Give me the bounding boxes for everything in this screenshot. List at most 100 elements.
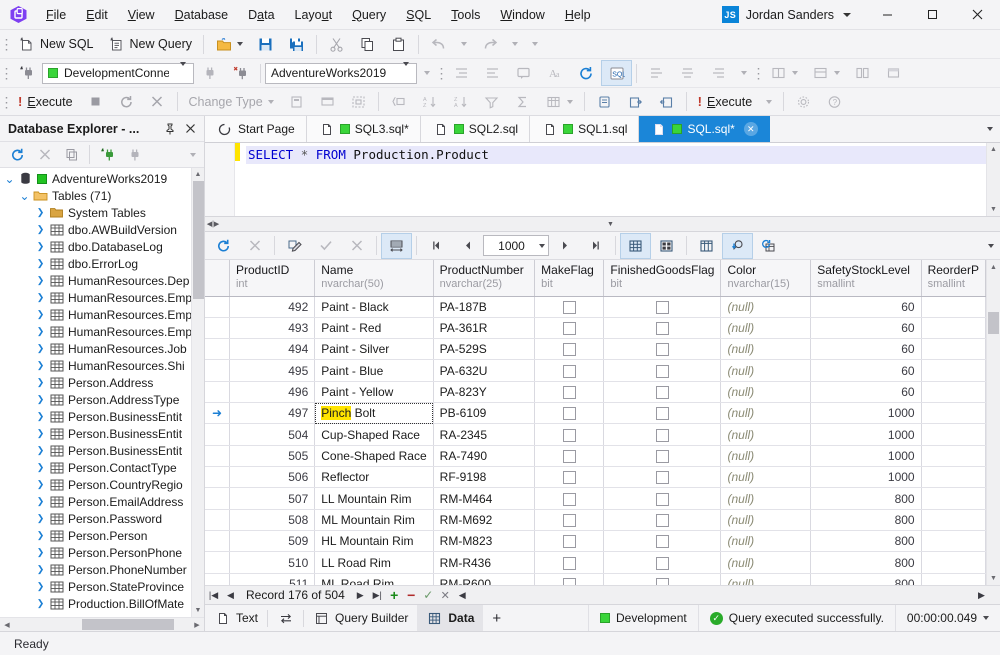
cell-name[interactable]: Paint - Red	[314, 317, 434, 340]
cell-safetystocklevel[interactable]: 800	[810, 487, 922, 510]
edit-data-button[interactable]	[280, 234, 309, 258]
sidebar-stop-button[interactable]	[32, 143, 57, 167]
chevron-right-icon[interactable]: ❯	[33, 394, 48, 405]
et-icon-11-button[interactable]	[789, 90, 818, 114]
sort-za-button[interactable]: ZA	[446, 90, 475, 114]
cell-finishedgoodsflag[interactable]	[603, 317, 722, 340]
row-header[interactable]	[205, 317, 230, 340]
cell-finishedgoodsflag[interactable]	[603, 551, 722, 574]
tb2-icon-11-button[interactable]	[879, 61, 908, 85]
stop-button[interactable]	[81, 90, 110, 114]
row-header[interactable]	[205, 466, 230, 489]
cell-makeflag[interactable]	[534, 466, 605, 489]
pin-icon[interactable]	[160, 119, 180, 139]
cell-makeflag[interactable]	[534, 573, 605, 585]
checkbox-makeflag[interactable]	[562, 428, 576, 442]
et-icon-10-button[interactable]	[652, 90, 681, 114]
cell-productid[interactable]: 504	[229, 423, 316, 446]
chevron-right-icon[interactable]: ❯	[33, 479, 48, 490]
record-last-button[interactable]: ▶|	[369, 590, 386, 601]
grid-view-button[interactable]	[620, 232, 651, 259]
cell-productnumber[interactable]: PA-632U	[433, 359, 536, 382]
cell-name[interactable]: Pinch Bolt	[314, 402, 434, 425]
cell-color[interactable]: (null)	[720, 573, 812, 585]
chevron-down-icon[interactable]	[792, 71, 798, 75]
cell-name[interactable]: Reflector	[314, 466, 434, 489]
table-row[interactable]: 511 ML Road Rim RM-R600 (null) 800	[205, 573, 987, 585]
cell-color[interactable]: (null)	[720, 296, 812, 318]
cell-productid[interactable]: 495	[229, 359, 316, 382]
table-row[interactable]: 494 Paint - Silver PA-529S (null) 60	[205, 338, 987, 361]
toolbar-grip[interactable]	[437, 63, 446, 83]
grid-cancel-button[interactable]	[240, 234, 269, 258]
column-header-reorderp[interactable]: ReorderP smallint	[921, 260, 987, 297]
tree-node[interactable]: ❯ Person.EmailAddress	[0, 493, 204, 510]
checkbox-makeflag[interactable]	[562, 492, 576, 506]
cell-color[interactable]: (null)	[720, 317, 812, 340]
cell-reorderp[interactable]	[921, 466, 987, 489]
cell-productid[interactable]: 507	[229, 487, 316, 510]
scrollbar-thumb[interactable]	[988, 312, 999, 334]
connection-select[interactable]: DevelopmentConne...	[42, 62, 194, 84]
reject-changes-button[interactable]	[342, 234, 371, 258]
cell-safetystocklevel[interactable]: 60	[810, 296, 922, 318]
cell-makeflag[interactable]	[534, 296, 605, 318]
last-page-button[interactable]	[581, 234, 610, 258]
tree-node[interactable]: ❯ Person.BusinessEntit	[0, 425, 204, 442]
database-chevron-down-icon[interactable]	[398, 62, 414, 80]
undo-dropdown[interactable]	[455, 32, 473, 56]
cell-safetystocklevel[interactable]: 800	[810, 573, 922, 585]
tree-node[interactable]: ❯ HumanResources.Emp	[0, 306, 204, 323]
chevron-right-icon[interactable]: ❯	[33, 462, 48, 473]
tab-sql3sql[interactable]: SQL3.sql*	[306, 116, 421, 142]
cell-safetystocklevel[interactable]: 60	[810, 317, 922, 340]
et-icon-1-button[interactable]	[282, 90, 311, 114]
table-row[interactable]: 492 Paint - Black PA-187B (null) 60	[205, 296, 987, 318]
cell-makeflag[interactable]	[534, 317, 605, 340]
cell-name[interactable]: Cup-Shaped Race	[314, 423, 434, 446]
cell-productid[interactable]: 494	[229, 338, 316, 361]
et-icon-8-button[interactable]	[590, 90, 619, 114]
tree-node[interactable]: ❯ Person.PersonPhone	[0, 544, 204, 561]
table-row[interactable]: 508 ML Mountain Rim RM-M692 (null) 800	[205, 509, 987, 532]
tb2-icon-7-button[interactable]	[704, 61, 733, 85]
cell-reorderp[interactable]	[921, 573, 987, 585]
tab-text[interactable]: Text	[205, 605, 267, 631]
et-icon-6-button[interactable]	[508, 90, 537, 114]
chevron-down-icon[interactable]: ⌄	[2, 173, 17, 185]
tree-vertical-scrollbar[interactable]: ▲ ▼	[191, 168, 204, 617]
cell-color[interactable]: (null)	[720, 381, 812, 404]
tree-node[interactable]: ❯ dbo.AWBuildVersion	[0, 221, 204, 238]
chevron-down-icon[interactable]: ⌄	[17, 190, 32, 202]
cell-name[interactable]: Paint - Silver	[314, 338, 434, 361]
chevron-right-icon[interactable]: ❯	[33, 564, 48, 575]
close-button[interactable]	[955, 0, 1000, 30]
scrollbar-thumb[interactable]	[193, 181, 204, 299]
data-table[interactable]: ProductID int Name nvarchar(50) ProductNumbe…	[205, 260, 987, 585]
menu-window[interactable]: Window	[490, 4, 554, 26]
editor-vertical-scrollbar[interactable]: ▲ ▼	[986, 143, 1000, 216]
menu-help[interactable]: Help	[555, 4, 601, 26]
cell-reorderp[interactable]	[921, 551, 987, 574]
disconnect-button[interactable]	[226, 61, 255, 85]
row-header[interactable]	[205, 445, 230, 468]
splitter-handle[interactable]: ▼	[221, 221, 1000, 228]
cell-finishedgoodsflag[interactable]	[603, 573, 722, 585]
sql-mode-button[interactable]: SQL	[601, 60, 632, 86]
tree-node[interactable]: ❯ Person.ContactType	[0, 459, 204, 476]
cell-name[interactable]: Paint - Blue	[314, 359, 434, 382]
next-page-button[interactable]	[550, 234, 579, 258]
et-icon-3-button[interactable]	[344, 90, 373, 114]
column-header-name[interactable]: Name nvarchar(50)	[314, 260, 434, 297]
row-header[interactable]	[205, 296, 230, 318]
cell-safetystocklevel[interactable]: 1000	[810, 402, 922, 425]
tb2-icon-2-button[interactable]	[478, 61, 507, 85]
refresh-sql-button[interactable]	[571, 61, 600, 85]
checkbox-makeflag[interactable]	[562, 300, 576, 314]
checkbox-finishedgoodsflag[interactable]	[655, 450, 669, 464]
chevron-down-icon[interactable]	[766, 99, 773, 104]
cell-reorderp[interactable]	[921, 359, 987, 382]
chevron-right-icon[interactable]: ❯	[33, 326, 48, 337]
cell-makeflag[interactable]	[534, 402, 605, 425]
tb2-icon-6-button[interactable]	[673, 61, 702, 85]
